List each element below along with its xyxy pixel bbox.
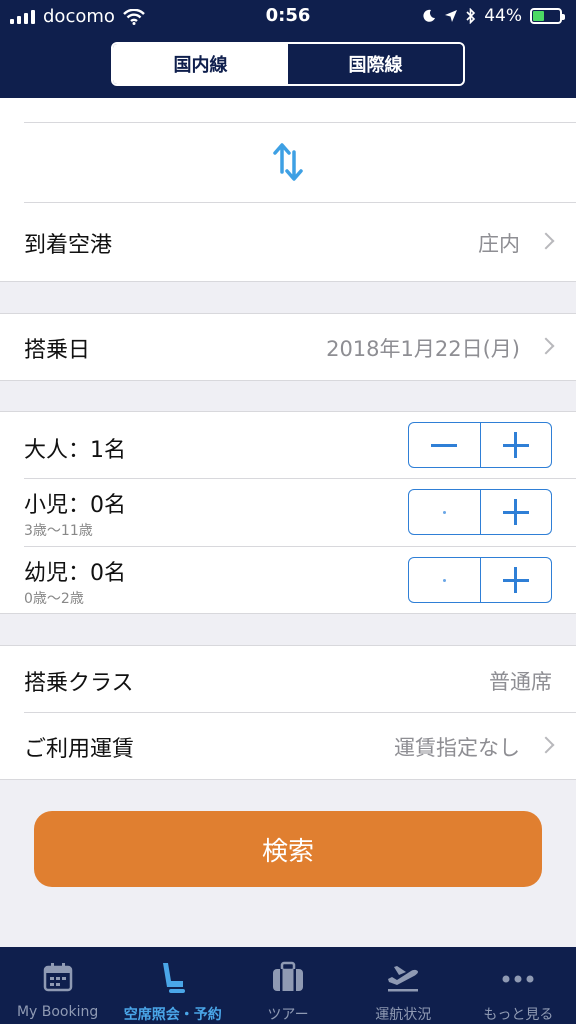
calendar-icon bbox=[43, 963, 72, 992]
moon-icon bbox=[423, 9, 436, 22]
battery-icon bbox=[530, 8, 565, 24]
boarding-date-value: 2018年1月22日(月) bbox=[326, 337, 520, 361]
plus-icon bbox=[502, 499, 529, 525]
plane-departure-icon bbox=[388, 966, 419, 992]
location-icon bbox=[445, 10, 458, 22]
disabled-minus-icon bbox=[442, 510, 446, 514]
tab-label: 空席照会・予約 bbox=[123, 1007, 222, 1023]
boarding-date-row[interactable]: 搭乗日 2018年1月22日(月) bbox=[0, 314, 576, 380]
infant-increment-button[interactable] bbox=[479, 558, 552, 602]
divider bbox=[0, 380, 576, 381]
tab-international[interactable]: 国際線 bbox=[288, 44, 463, 84]
seat-class-row[interactable]: 搭乗クラス 普通席 bbox=[0, 646, 576, 712]
divider bbox=[24, 122, 576, 123]
child-increment-button[interactable] bbox=[479, 490, 552, 534]
bluetooth-icon bbox=[466, 8, 476, 24]
tab-label: ツアー bbox=[267, 1007, 309, 1023]
infant-stepper bbox=[408, 557, 552, 603]
tab-label: 運航状況 bbox=[375, 1007, 432, 1023]
fare-type-row[interactable]: ご利用運賃 運賃指定なし bbox=[0, 713, 576, 779]
seat-class-value: 普通席 bbox=[489, 670, 552, 694]
tab-tour[interactable]: ツアー bbox=[230, 947, 345, 1024]
battery-percent: 44% bbox=[484, 6, 522, 26]
child-stepper bbox=[408, 489, 552, 535]
chevron-right-icon bbox=[537, 736, 555, 754]
infant-decrement-button[interactable] bbox=[409, 558, 480, 602]
infant-count-row: 幼児：0名 0歳〜2歳 bbox=[0, 547, 576, 613]
chevron-right-icon bbox=[537, 337, 555, 355]
adult-decrement-button[interactable] bbox=[409, 423, 480, 467]
date-section: 搭乗日 2018年1月22日(月) bbox=[0, 314, 576, 380]
child-decrement-button[interactable] bbox=[409, 490, 480, 534]
adult-count-label: 大人：1名 bbox=[24, 438, 126, 463]
tab-domestic[interactable]: 国内線 bbox=[113, 44, 288, 84]
divider bbox=[0, 613, 576, 614]
disabled-minus-icon bbox=[442, 578, 446, 582]
divider bbox=[0, 779, 576, 780]
suitcase-icon bbox=[273, 961, 303, 991]
boarding-date-label: 搭乗日 bbox=[24, 338, 91, 363]
tab-more[interactable]: もっと見る bbox=[461, 947, 576, 1024]
status-bar: docomo 0:56 44% bbox=[0, 0, 576, 34]
arrival-airport-label: 到着空港 bbox=[24, 233, 113, 258]
chevron-right-icon bbox=[537, 232, 555, 250]
passenger-section: 大人：1名 小児：0名 3歳〜11歳 幼児：0名 0歳〜2歳 bbox=[0, 412, 576, 613]
arrival-airport-row[interactable]: 到着空港 庄内 bbox=[0, 203, 576, 281]
adult-count-row: 大人：1名 bbox=[0, 412, 576, 478]
tab-label: My Booking bbox=[16, 1004, 99, 1020]
child-count-row: 小児：0名 3歳〜11歳 bbox=[0, 479, 576, 546]
tab-flight-status[interactable]: 運航状況 bbox=[346, 947, 461, 1024]
route-section: 到着空港 庄内 bbox=[0, 98, 576, 281]
minus-icon bbox=[431, 443, 458, 447]
header: docomo 0:56 44% 国内線 国際線 bbox=[0, 0, 576, 98]
route-type-segmented-control: 国内線 国際線 bbox=[111, 42, 465, 86]
tab-label: もっと見る bbox=[483, 1007, 554, 1023]
arrival-airport-value: 庄内 bbox=[478, 232, 520, 256]
infant-count-label: 幼児：0名 bbox=[24, 561, 126, 586]
seat-icon bbox=[162, 963, 185, 993]
tab-seat-booking[interactable]: 空席照会・予約 bbox=[115, 947, 230, 1024]
swap-airports-icon[interactable] bbox=[272, 142, 304, 182]
tab-my-booking[interactable]: My Booking bbox=[0, 947, 115, 1024]
fare-type-label: ご利用運賃 bbox=[24, 737, 135, 762]
infant-age-range: 0歳〜2歳 bbox=[24, 591, 84, 607]
more-icon bbox=[502, 975, 534, 983]
seat-class-label: 搭乗クラス bbox=[24, 671, 134, 696]
fare-type-value: 運賃指定なし bbox=[394, 736, 520, 760]
plus-icon bbox=[502, 432, 529, 458]
fare-section: 搭乗クラス 普通席 ご利用運賃 運賃指定なし bbox=[0, 646, 576, 779]
tab-bar: My Booking 空席照会・予約 ツアー 運航状況 もっと見る bbox=[0, 947, 576, 1024]
child-count-label: 小児：0名 bbox=[24, 493, 126, 518]
search-button[interactable]: 検索 bbox=[34, 811, 542, 887]
divider bbox=[0, 281, 576, 282]
plus-icon bbox=[502, 567, 529, 593]
adult-increment-button[interactable] bbox=[479, 423, 552, 467]
child-age-range: 3歳〜11歳 bbox=[24, 523, 93, 539]
adult-stepper bbox=[408, 422, 552, 468]
